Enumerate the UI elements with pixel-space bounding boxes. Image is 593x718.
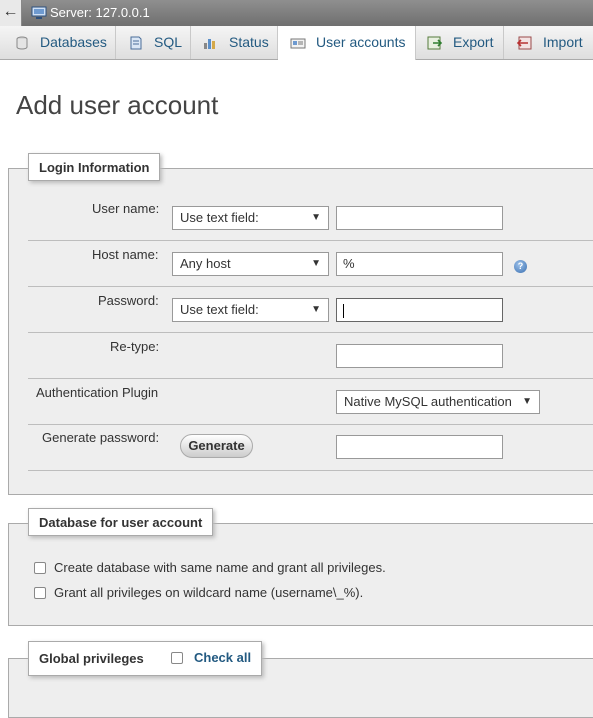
host-name-label: Host name: <box>92 247 159 262</box>
tab-user-accounts[interactable]: User accounts <box>278 26 416 60</box>
create-database-label[interactable]: Create database with same name and grant… <box>54 560 386 575</box>
main-tab-bar: Databases SQL Status User accounts Expor… <box>0 26 593 60</box>
check-all-checkbox[interactable] <box>171 652 183 664</box>
password-mode-select[interactable]: Use text field: ▼ <box>172 298 329 322</box>
global-privileges-title: Global privileges <box>39 651 144 666</box>
user-name-label: User name: <box>92 201 160 216</box>
user-name-mode-select[interactable]: Use text field: ▼ <box>172 206 329 230</box>
database-for-user-legend: Database for user account <box>28 508 214 536</box>
create-database-checkbox[interactable] <box>34 562 46 574</box>
export-icon <box>427 36 443 50</box>
generated-password-input[interactable] <box>336 435 503 459</box>
host-name-row: Host name: Any host ▼ % ? <box>28 241 593 287</box>
generate-password-row: Generate password: Generate <box>28 425 593 471</box>
import-icon <box>516 36 532 50</box>
retype-password-input[interactable] <box>336 344 503 368</box>
tab-label: Databases <box>40 34 107 50</box>
user-name-input[interactable] <box>336 206 503 230</box>
user-accounts-icon <box>290 38 306 49</box>
chevron-down-icon: ▼ <box>311 212 321 223</box>
chevron-down-icon: ▼ <box>522 396 532 407</box>
user-name-row: User name: Use text field: ▼ <box>28 195 593 241</box>
tab-status[interactable]: Status <box>191 26 278 59</box>
tab-databases[interactable]: Databases <box>0 26 116 59</box>
chevron-down-icon: ▼ <box>311 304 321 315</box>
authentication-plugin-select[interactable]: Native MySQL authentication ▼ <box>336 390 540 414</box>
chevron-down-icon: ▼ <box>311 258 321 269</box>
tab-label: Export <box>453 34 494 50</box>
status-icon <box>204 39 215 49</box>
server-breadcrumb-bar: ← Server: 127.0.0.1 <box>0 0 593 26</box>
retype-row: Re-type: <box>28 333 593 379</box>
database-icon <box>16 36 28 50</box>
tab-label: SQL <box>154 34 183 50</box>
tab-label: Import <box>543 34 583 50</box>
server-icon <box>31 6 47 19</box>
sql-icon <box>130 36 142 50</box>
authentication-plugin-label: Authentication Plugin <box>36 385 159 400</box>
host-name-input[interactable]: % <box>336 252 503 276</box>
tab-label: Status <box>229 34 269 50</box>
server-label[interactable]: Server: 127.0.0.1 <box>50 5 150 20</box>
password-row: Password: Use text field: ▼ <box>28 287 593 333</box>
retype-label: Re-type: <box>110 339 160 354</box>
text-cursor <box>343 303 344 318</box>
check-all-link[interactable]: Check all <box>194 650 251 665</box>
tab-import[interactable]: Import <box>504 26 593 59</box>
generate-password-button[interactable]: Generate <box>180 434 253 458</box>
password-label: Password: <box>98 293 159 308</box>
help-icon[interactable]: ? <box>514 260 527 273</box>
grant-wildcard-checkbox[interactable] <box>34 587 46 599</box>
grant-wildcard-label[interactable]: Grant all privileges on wildcard name (u… <box>54 585 363 600</box>
tab-export[interactable]: Export <box>416 26 504 59</box>
login-information-legend: Login Information <box>28 153 161 181</box>
tab-sql[interactable]: SQL <box>116 26 191 59</box>
generate-password-label: Generate password: <box>42 430 160 445</box>
back-arrow-button[interactable]: ← <box>0 0 22 26</box>
password-input[interactable] <box>336 298 503 322</box>
authentication-plugin-row: Authentication Plugin Native MySQL authe… <box>28 379 593 425</box>
page-title: Add user account <box>16 90 219 120</box>
host-name-mode-select[interactable]: Any host ▼ <box>172 252 329 276</box>
tab-label: User accounts <box>316 34 406 50</box>
